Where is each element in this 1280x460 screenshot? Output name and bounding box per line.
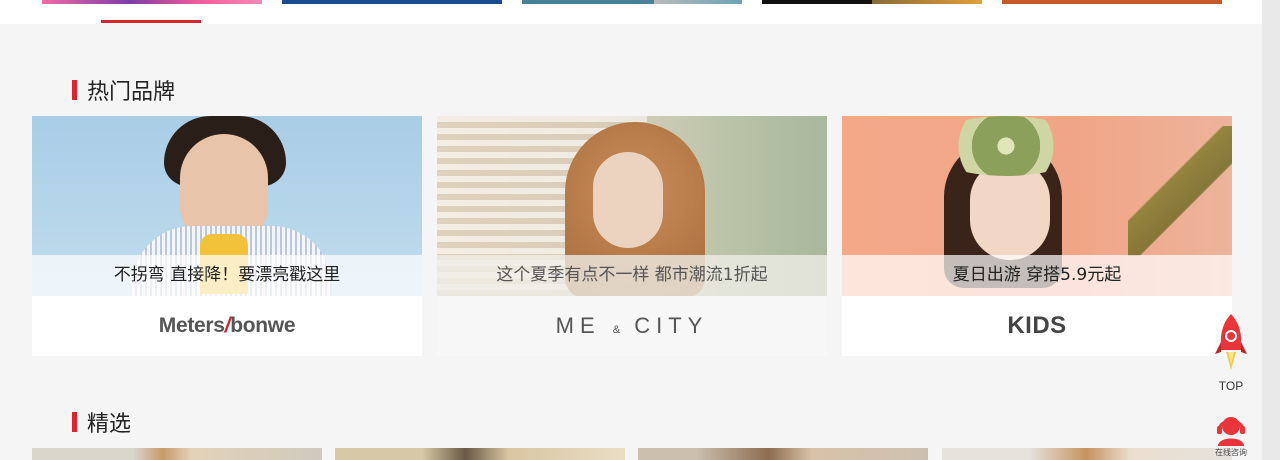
online-consult-headset-icon[interactable] xyxy=(1214,414,1248,446)
thumbnail-1[interactable] xyxy=(42,0,262,4)
active-tab-indicator xyxy=(101,20,201,23)
heading-accent-bar xyxy=(72,412,77,432)
brand-logo-me-city[interactable]: ME & CITY xyxy=(437,296,827,356)
brand-card-me-city[interactable]: 这个夏季有点不一样 都市潮流1折起 ME & CITY xyxy=(437,116,827,356)
thumbnail-3[interactable] xyxy=(522,0,742,4)
brand-card-meters-bonwe[interactable]: 不拐弯 直接降！要漂亮戳这里 Meters/bonwe xyxy=(32,116,422,356)
brand-logo-meters-bonwe[interactable]: Meters/bonwe xyxy=(32,296,422,356)
brand-card-kids[interactable]: 夏日出游 穿搭5.9元起 KIDS xyxy=(842,116,1232,356)
brand-logo-kids[interactable]: KIDS xyxy=(842,296,1232,356)
online-consult-label[interactable]: 在线咨询 xyxy=(1208,447,1254,458)
featured-item-1[interactable] xyxy=(32,448,322,460)
thumbnail-5[interactable] xyxy=(1002,0,1222,4)
hot-brands-title: 热门品牌 xyxy=(87,80,176,105)
brand-caption: 不拐弯 直接降！要漂亮戳这里 xyxy=(113,265,341,285)
featured-item-4[interactable] xyxy=(942,448,1232,460)
featured-title: 精选 xyxy=(87,412,132,437)
back-to-top-rocket-icon[interactable] xyxy=(1212,312,1250,376)
scrollbar[interactable] xyxy=(1262,0,1280,460)
featured-item-2[interactable] xyxy=(335,448,625,460)
thumbnail-2[interactable] xyxy=(282,0,502,4)
thumbnail-4[interactable] xyxy=(762,0,982,4)
featured-item-3[interactable] xyxy=(638,448,928,460)
hot-brands-heading: 热门品牌 xyxy=(72,74,175,106)
brand-caption: 这个夏季有点不一样 都市潮流1折起 xyxy=(496,265,768,285)
top-thumbnail-strip xyxy=(0,0,1262,24)
heading-accent-bar xyxy=(72,80,77,100)
brand-caption: 夏日出游 穿搭5.9元起 xyxy=(952,265,1122,285)
featured-heading: 精选 xyxy=(72,406,131,438)
back-to-top-label[interactable]: TOP xyxy=(1214,379,1248,393)
